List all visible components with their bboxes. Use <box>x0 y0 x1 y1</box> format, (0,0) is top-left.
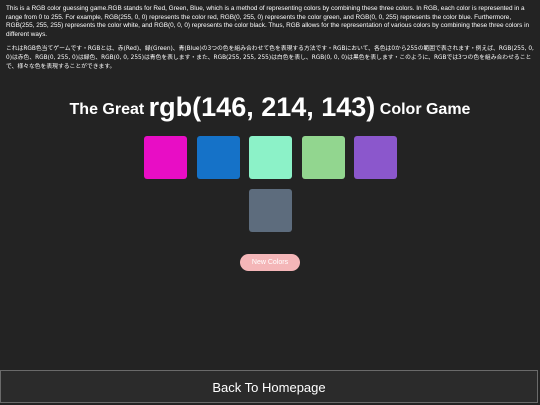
color-square-5[interactable] <box>354 136 397 179</box>
intro-english: This is a RGB color guessing game.RGB st… <box>6 5 530 38</box>
new-colors-button[interactable]: New Colors <box>240 254 300 271</box>
game-title: The Great rgb(146, 214, 143) Color Game <box>0 92 540 123</box>
intro-japanese: これはRGB色当てゲームです・RGBとは、赤(Red)、緑(Green)、青(B… <box>6 46 534 70</box>
target-rgb: rgb(146, 214, 143) <box>148 92 376 122</box>
color-square-3[interactable] <box>249 136 292 179</box>
title-suffix: Color Game <box>379 101 471 118</box>
color-square-2[interactable] <box>197 136 240 179</box>
back-to-homepage-button[interactable]: Back To Homepage <box>0 370 538 403</box>
title-prefix: The Great <box>69 101 145 118</box>
intro-text: This is a RGB color guessing game.RGB st… <box>6 5 534 77</box>
color-square-1[interactable] <box>144 136 187 179</box>
color-square-6[interactable] <box>249 189 292 232</box>
color-square-4[interactable] <box>302 136 345 179</box>
